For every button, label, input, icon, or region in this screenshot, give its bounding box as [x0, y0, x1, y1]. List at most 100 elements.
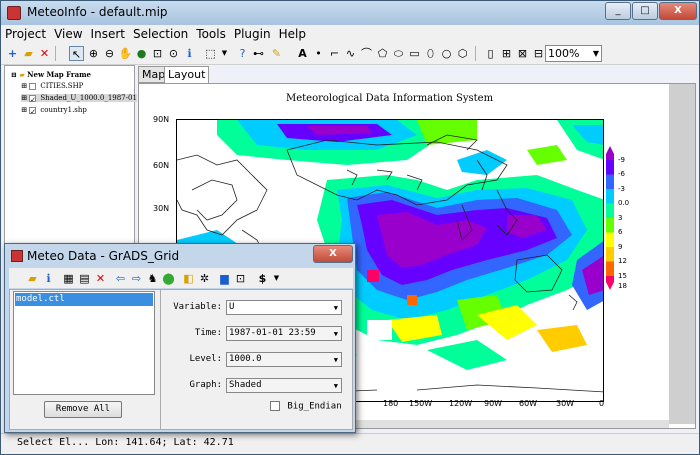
menu-tools[interactable]: Tools [192, 25, 230, 43]
layer-cities[interactable]: ⊞ CITIES.SHP [21, 82, 83, 90]
pan-icon[interactable]: ✋ [118, 46, 133, 61]
open-icon[interactable]: ▰ [25, 271, 40, 286]
zoom-in-icon[interactable]: ⊕ [86, 46, 101, 61]
big-endian-checkbox[interactable]: Big_Endian [270, 401, 342, 412]
expand-icon[interactable]: ⊞ [21, 82, 27, 90]
variable-select[interactable]: U ▼ [226, 300, 342, 315]
info-icon[interactable]: ℹ [41, 271, 56, 286]
variable-value: U [229, 302, 235, 312]
graph-select[interactable]: Shaded ▼ [226, 378, 342, 393]
panel-divider [160, 290, 161, 429]
layer-shaded[interactable]: ⊞ ✓ Shaded_U_1000.0_1987-01 [21, 94, 137, 104]
time-label: Time: [194, 328, 222, 338]
level-value: 1000.0 [229, 354, 262, 364]
query-icon[interactable]: ? [235, 46, 250, 61]
animation-icon[interactable]: ♞ [145, 271, 160, 286]
open-icon[interactable]: ▰ [21, 46, 36, 61]
expand-icon[interactable]: ⊞ [21, 106, 27, 114]
select-box-icon[interactable]: ⬚ [203, 46, 218, 61]
checkbox-box[interactable] [270, 401, 280, 411]
map-frame-node[interactable]: ⊟ ▰ New Map Frame [11, 70, 91, 79]
expand-icon[interactable]: ⊟ [11, 70, 17, 79]
layer-country[interactable]: ⊞ ✓ country1.shp [21, 106, 87, 116]
main-toolbar: + ▰ ✕ ↖ ⊕ ⊖ ✋ ● ⊡ ⊙ ℹ ⬚ ▼ ? ⊷ ✎ A • ⌐ ∿ … [1, 43, 699, 65]
select-icon[interactable]: ↖ [69, 46, 84, 61]
settings-icon[interactable]: ✲ [197, 271, 212, 286]
layer-checkbox[interactable] [29, 82, 37, 90]
meteo-data-dialog: Meteo Data - GrADS_Grid X ▰ ℹ ▦ ▤ ✕ ⇦ ⇨ … [4, 243, 356, 433]
menu-plugin[interactable]: Plugin [230, 25, 275, 43]
polygon-icon[interactable]: ⬠ [375, 46, 390, 61]
layer-label: country1.shp [40, 106, 87, 114]
full-extent-icon[interactable]: ⊡ [150, 46, 165, 61]
edit-icon[interactable]: ✎ [269, 46, 284, 61]
table-icon[interactable]: ▤ [77, 271, 92, 286]
colorbar [606, 146, 614, 290]
dialog-icon [11, 250, 23, 262]
point-icon[interactable]: • [311, 46, 326, 61]
layer-checkbox[interactable]: ✓ [29, 94, 37, 104]
section-icon[interactable]: ◧ [181, 271, 196, 286]
chevron-down-icon[interactable]: ▼ [269, 271, 284, 286]
menu-insert[interactable]: Insert [87, 25, 129, 43]
vertical-scrollbar[interactable] [669, 84, 695, 424]
dialog-title: Meteo Data - GrADS_Grid [27, 249, 180, 263]
menu-selection[interactable]: Selection [129, 25, 192, 43]
curve-polygon-icon[interactable]: ⬭ [391, 46, 406, 61]
chevron-down-icon: ▼ [333, 356, 338, 364]
draw-icon[interactable]: ⬤ [161, 271, 176, 286]
rectangle-icon[interactable]: ▭ [407, 46, 422, 61]
lat-label: 30N [153, 204, 170, 213]
remove-icon[interactable]: ✕ [37, 46, 52, 61]
curve-icon[interactable]: ∿ [343, 46, 358, 61]
window-title: MeteoInfo - default.mip [27, 5, 168, 19]
zoom-page-icon[interactable]: ⊠ [515, 46, 530, 61]
dollar-icon[interactable]: $ [255, 271, 270, 286]
time-select[interactable]: 1987-01-01 23:59 ▼ [226, 326, 342, 341]
chevron-down-icon: ▼ [333, 304, 338, 312]
menu-project[interactable]: Project [1, 25, 50, 43]
shape-icon[interactable]: ⬡ [455, 46, 470, 61]
fit-page-icon[interactable]: ⊞ [499, 46, 514, 61]
menu-help[interactable]: Help [275, 25, 310, 43]
lon-label: 30W [556, 399, 575, 408]
expand-icon[interactable]: ⊞ [21, 94, 27, 102]
colorbar-bin [606, 189, 614, 204]
arrow-right-icon[interactable]: ⇨ [129, 271, 144, 286]
info-icon[interactable]: ℹ [182, 46, 197, 61]
colorbar-label: 0.0 [618, 199, 630, 207]
graph-icon[interactable]: ⊡ [233, 271, 248, 286]
page-icon[interactable]: ▯ [483, 46, 498, 61]
actual-size-icon[interactable]: ⊟ [531, 46, 546, 61]
measure-icon[interactable]: ⊷ [251, 46, 266, 61]
chart-icon[interactable]: ▆ [217, 271, 232, 286]
level-select[interactable]: 1000.0 ▼ [226, 352, 342, 367]
lon-label: 90W [484, 399, 503, 408]
file-list[interactable]: model.ctl [13, 291, 155, 395]
zoom-layer-icon[interactable]: ⊙ [166, 46, 181, 61]
time-value: 1987-01-01 23:59 [229, 328, 316, 338]
layer-checkbox[interactable]: ✓ [29, 106, 37, 116]
minimize-button[interactable]: _ [605, 2, 631, 20]
close-button[interactable]: X [659, 2, 697, 20]
remove-icon[interactable]: ✕ [93, 271, 108, 286]
freehand-icon[interactable]: ⌒ [359, 46, 374, 61]
ellipse-icon[interactable]: ⬯ [423, 46, 438, 61]
select-dropdown-icon[interactable]: ▼ [217, 46, 232, 61]
chevron-down-icon: ▼ [333, 382, 338, 390]
maximize-button[interactable]: □ [632, 2, 658, 20]
globe-icon[interactable]: ● [134, 46, 149, 61]
circle-icon[interactable]: ○ [439, 46, 454, 61]
polyline-icon[interactable]: ⌐ [327, 46, 342, 61]
list-item[interactable]: model.ctl [15, 293, 153, 306]
zoom-combo[interactable]: 100% ▼ [545, 45, 602, 62]
tab-layout[interactable]: Layout [164, 66, 210, 84]
zoom-out-icon[interactable]: ⊖ [102, 46, 117, 61]
dialog-close-button[interactable]: X [313, 245, 353, 263]
grid-data-icon[interactable]: ▦ [61, 271, 76, 286]
remove-all-button[interactable]: Remove All [44, 401, 122, 418]
menu-view[interactable]: View [50, 25, 86, 43]
add-layer-icon[interactable]: + [5, 46, 20, 61]
arrow-left-icon[interactable]: ⇦ [113, 271, 128, 286]
text-icon[interactable]: A [295, 46, 310, 61]
